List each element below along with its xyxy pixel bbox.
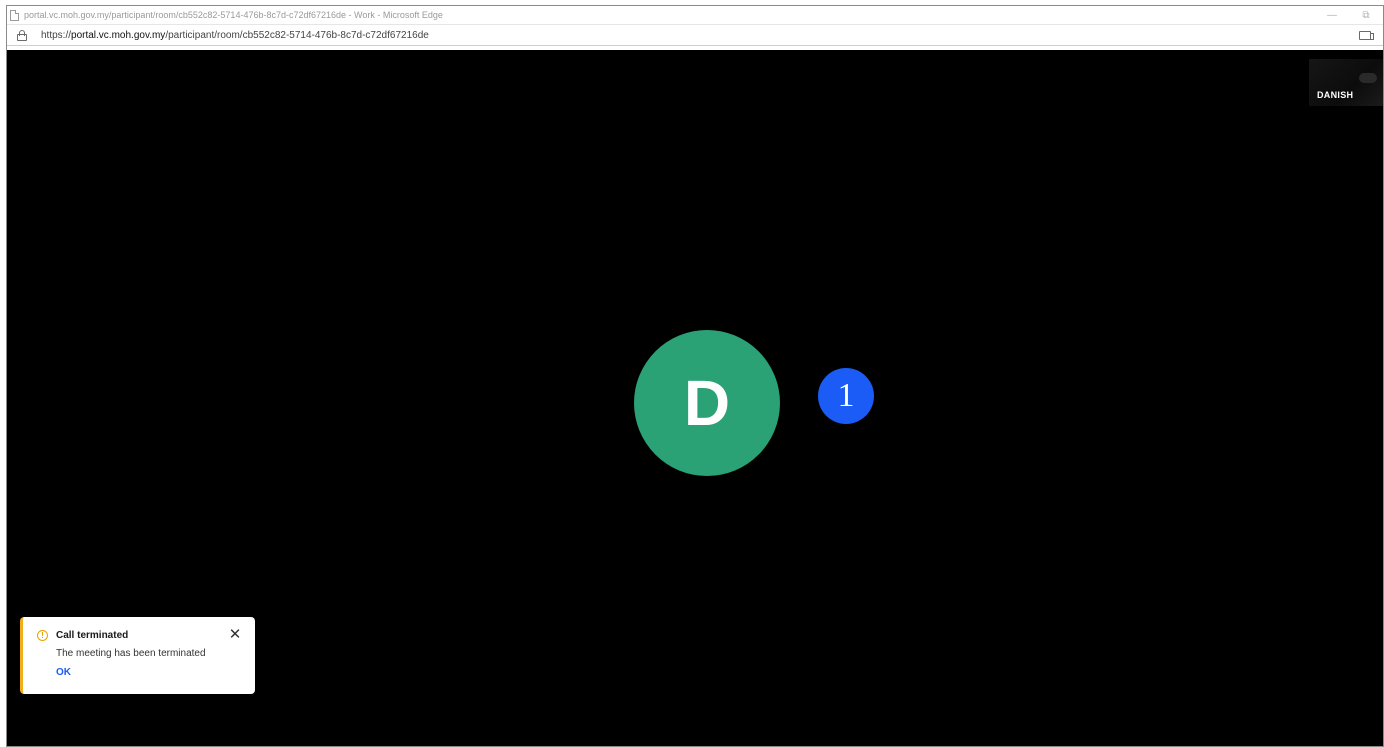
participant-count-badge: 1	[818, 368, 874, 424]
participant-count: 1	[837, 377, 855, 414]
toast-message: The meeting has been terminated	[56, 648, 206, 659]
title-bar: portal.vc.moh.gov.my/participant/room/cb…	[7, 6, 1383, 24]
url-text[interactable]: https://portal.vc.moh.gov.my/participant…	[41, 30, 429, 41]
self-view-video	[1359, 73, 1377, 83]
self-view-name: DANISH	[1317, 90, 1354, 100]
lock-icon[interactable]	[17, 29, 27, 41]
window-title: portal.vc.moh.gov.my/participant/room/cb…	[24, 10, 443, 20]
warning-icon: !	[37, 630, 48, 641]
call-terminated-toast: ! Call terminated ✕ The meeting has been…	[20, 617, 255, 694]
page-icon	[10, 9, 19, 21]
avatar-initial: D	[683, 367, 731, 439]
address-bar[interactable]: https://portal.vc.moh.gov.my/participant…	[7, 24, 1383, 46]
close-icon[interactable]: ✕	[227, 626, 243, 643]
participant-avatar: D	[634, 330, 780, 476]
ok-button[interactable]: OK	[56, 667, 71, 678]
camera-permission-icon[interactable]	[1359, 31, 1374, 40]
url-path: /participant/room/cb552c82-5714-476b-8c7…	[165, 29, 429, 41]
url-host: portal.vc.moh.gov.my	[71, 29, 166, 41]
toast-title: Call terminated	[56, 630, 129, 641]
url-prefix: https://	[41, 29, 72, 41]
browser-window: portal.vc.moh.gov.my/participant/room/cb…	[6, 5, 1384, 747]
self-view-tile[interactable]: DANISH	[1309, 59, 1383, 106]
restore-button[interactable]: ⧉	[1349, 6, 1383, 24]
window-controls: — ⧉	[1315, 6, 1383, 24]
video-stage: DANISH D 1 ! Call terminated ✕ The meeti…	[7, 50, 1383, 746]
minimize-button[interactable]: —	[1315, 6, 1349, 24]
